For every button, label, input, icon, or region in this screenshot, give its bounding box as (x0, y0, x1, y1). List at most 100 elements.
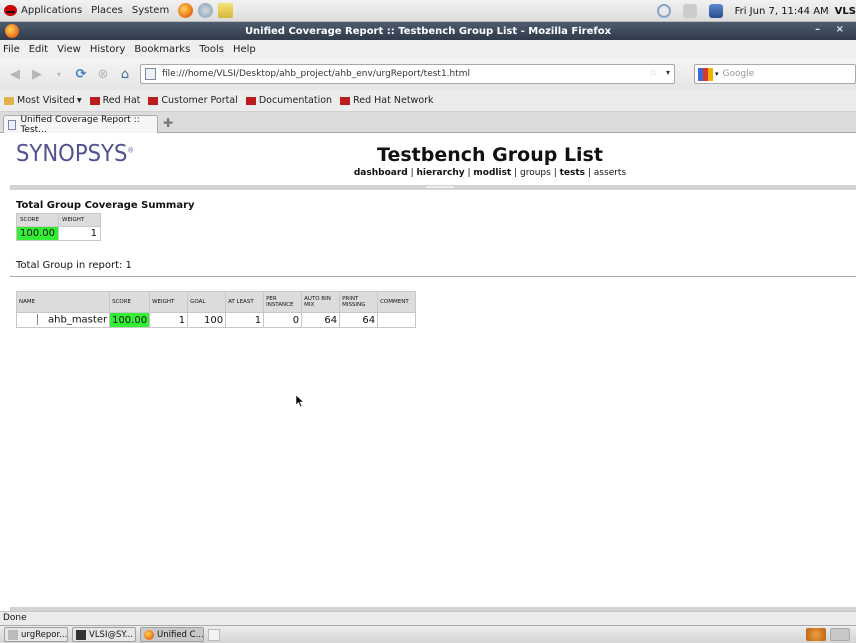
menu-file[interactable]: File (3, 44, 20, 55)
network-icon[interactable] (656, 4, 671, 18)
url-dropdown-icon[interactable]: ▾ (666, 68, 670, 77)
row-score: 100.00 (109, 312, 151, 328)
row-name-cell[interactable]: ahb_master (15, 312, 111, 328)
bookmarks-toolbar: Most Visited ▾ Red Hat Customer Portal Do… (0, 90, 856, 112)
status-text: Done (3, 613, 27, 623)
redhat-icon (4, 5, 17, 16)
redhat-bookmark-icon (340, 96, 351, 105)
summary-header-weight[interactable]: WEIGHT (58, 213, 101, 227)
mouse-cursor-icon (295, 394, 305, 408)
bookmark-most-visited[interactable]: Most Visited ▾ (4, 95, 82, 106)
window-titlebar: Unified Coverage Report :: Testbench Gro… (0, 22, 856, 40)
synopsys-logo: SYNOPSYS® (16, 141, 134, 167)
nav-asserts-link[interactable]: asserts (594, 168, 626, 178)
summary-title: Total Group Coverage Summary (16, 200, 195, 211)
folder-icon (4, 96, 14, 105)
status-bar: Done (0, 611, 856, 625)
row-weight: 1 (149, 312, 189, 328)
menu-view[interactable]: View (57, 44, 81, 55)
search-input[interactable]: Google (723, 69, 755, 79)
volume-icon[interactable] (682, 4, 697, 18)
firefox-icon[interactable] (5, 24, 19, 38)
col-header-score[interactable]: SCORE (109, 291, 151, 313)
stop-icon[interactable]: ⊗ (94, 65, 112, 83)
search-bar[interactable]: ▾ Google (694, 64, 856, 84)
system-menu[interactable]: System (132, 5, 169, 16)
taskbar-firefox[interactable]: Unified C... (140, 627, 204, 642)
menu-edit[interactable]: Edit (29, 44, 48, 55)
menu-bar: File Edit View History Bookmarks Tools H… (0, 40, 856, 58)
col-header-name[interactable]: NAME (15, 291, 111, 313)
row-at-least: 1 (225, 312, 265, 328)
bookmark-star-icon[interactable]: ☆ (649, 68, 658, 79)
window-controls[interactable]: – × (815, 24, 850, 35)
tab-unified-coverage-report[interactable]: Unified Coverage Report :: Test... (3, 115, 158, 135)
menu-history[interactable]: History (90, 44, 126, 55)
row-auto-bin-mix: 64 (301, 312, 341, 328)
window-title: Unified Coverage Report :: Testbench Gro… (244, 25, 612, 37)
taskbar-terminal[interactable]: VLSI@SY... (72, 627, 136, 642)
section-divider (10, 276, 856, 277)
panel-user[interactable]: VLS (835, 6, 856, 17)
forward-icon[interactable]: ▶ (28, 65, 46, 83)
tab-strip: Unified Coverage Report :: Test... ✚ (0, 112, 856, 135)
col-header-per-instance[interactable]: PER INSTANCE (263, 291, 303, 313)
search-engine-icon[interactable] (698, 67, 713, 81)
panel-clock[interactable]: Fri Jun 7, 11:44 AM (735, 6, 829, 17)
bookmark-customer-portal[interactable]: Customer Portal (148, 95, 238, 106)
nav-tests-link[interactable]: tests (560, 168, 585, 178)
url-text[interactable]: file:///home/VLSI/Desktop/ahb_project/ah… (162, 69, 470, 79)
col-header-comment[interactable]: COMMENT (377, 291, 417, 313)
col-header-at-least[interactable]: AT LEAST (225, 291, 265, 313)
home-icon[interactable]: ⌂ (116, 65, 134, 83)
redhat-bookmark-icon (89, 96, 100, 105)
workspace-switcher[interactable] (830, 628, 850, 641)
table-row: ahb_master 100.00 1 100 1 0 64 64 (15, 312, 417, 328)
places-menu[interactable]: Places (91, 5, 123, 16)
menu-bookmarks[interactable]: Bookmarks (134, 44, 190, 55)
nav-hierarchy-link[interactable]: hierarchy (416, 168, 464, 178)
nav-modlist-link[interactable]: modlist (473, 168, 511, 178)
menu-help[interactable]: Help (233, 44, 256, 55)
reload-icon[interactable]: ⟳ (72, 65, 90, 83)
terminal-icon (76, 629, 86, 640)
mail-launcher-icon[interactable] (198, 3, 214, 18)
tree-connector (37, 314, 38, 326)
col-header-weight[interactable]: WEIGHT (149, 291, 189, 313)
redhat-bookmark-icon (148, 96, 159, 105)
page-title: Testbench Group List (377, 144, 603, 166)
summary-table: SCORE WEIGHT 100.00 1 (16, 213, 101, 241)
table-row: 100.00 1 (16, 226, 101, 241)
gnome-top-panel: Applications Places System Fri Jun 7, 11… (0, 0, 856, 22)
group-table: NAME SCORE WEIGHT GOAL AT LEAST PER INST… (15, 291, 417, 328)
back-icon[interactable]: ◀ (6, 65, 24, 83)
nav-groups-link[interactable]: groups (520, 168, 551, 178)
summary-header-score[interactable]: SCORE (16, 213, 59, 227)
col-header-auto-bin-mix[interactable]: AUTO BIN MIX (301, 291, 341, 313)
new-tab-icon[interactable]: ✚ (163, 116, 173, 130)
taskbar-urgreport[interactable]: urgRepor... (4, 627, 68, 642)
notes-launcher-icon[interactable] (218, 3, 234, 18)
bookmark-documentation[interactable]: Documentation (245, 95, 332, 106)
firefox-launcher-icon[interactable] (178, 3, 194, 18)
col-header-print-missing[interactable]: PRINT MISSING (339, 291, 379, 313)
engine-dropdown-icon[interactable]: ▾ (715, 70, 719, 78)
bookmark-red-hat[interactable]: Red Hat (89, 95, 140, 106)
header-divider (10, 185, 856, 190)
resize-grip[interactable] (426, 186, 454, 188)
display-icon[interactable] (708, 4, 723, 18)
taskbar-empty-slot[interactable] (208, 628, 220, 641)
col-header-goal[interactable]: GOAL (187, 291, 227, 313)
row-print-missing: 64 (339, 312, 379, 328)
report-nav: dashboard | hierarchy | modlist | groups… (353, 168, 627, 178)
bookmark-red-hat-network[interactable]: Red Hat Network (340, 95, 434, 106)
bottom-taskbar: urgRepor... VLSI@SY... Unified C... (0, 625, 856, 643)
history-dropdown-icon[interactable]: ▾ (50, 65, 68, 83)
chevron-down-icon: ▾ (76, 95, 82, 106)
tray-app-icon[interactable] (806, 628, 826, 641)
navigation-toolbar: ◀ ▶ ▾ ⟳ ⊗ ⌂ file:///home/VLSI/Desktop/ah… (0, 58, 856, 90)
menu-tools[interactable]: Tools (199, 44, 224, 55)
url-bar[interactable]: file:///home/VLSI/Desktop/ahb_project/ah… (140, 64, 675, 84)
nav-dashboard-link[interactable]: dashboard (354, 168, 408, 178)
applications-menu[interactable]: Applications (4, 5, 82, 16)
